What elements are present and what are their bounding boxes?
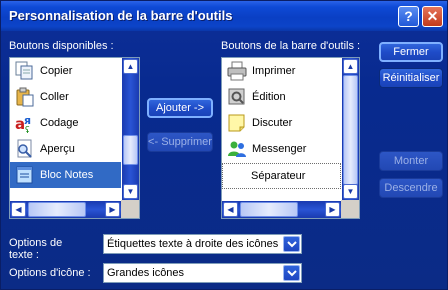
svg-text:ʢ: ʢ bbox=[25, 126, 30, 134]
available-buttons-label: Boutons disponibles : bbox=[9, 40, 114, 52]
list-item-label: Imprimer bbox=[252, 65, 296, 77]
text-options-select[interactable]: Étiquettes texte à droite des icônes bbox=[103, 234, 302, 254]
text-options-value: Étiquettes texte à droite des icônes bbox=[107, 238, 279, 250]
dialog-body: Boutons disponibles : Copier Coller a я … bbox=[1, 31, 447, 289]
scroll-thumb[interactable] bbox=[28, 202, 86, 217]
scroll-thumb[interactable] bbox=[240, 202, 298, 217]
list-item-bloc-notes[interactable]: Bloc Notes bbox=[10, 162, 121, 188]
scroll-up-icon[interactable]: ▲ bbox=[123, 59, 138, 74]
toolbar-list-items: Imprimer Édition Discuter Messenger Sépa… bbox=[222, 58, 341, 200]
notepad-icon bbox=[14, 164, 36, 186]
icon-options-value: Grandes icônes bbox=[107, 267, 185, 279]
toolbar-buttons-label: Boutons de la barre d'outils : bbox=[221, 40, 361, 52]
customize-toolbar-dialog: Personnalisation de la barre d'outils ? … bbox=[0, 0, 448, 290]
scroll-up-icon[interactable]: ▲ bbox=[343, 59, 358, 74]
list-item-imprimer[interactable]: Imprimer bbox=[222, 58, 341, 84]
toolbar-horizontal-scrollbar[interactable]: ◀ ▶ bbox=[222, 201, 341, 218]
copy-icon bbox=[14, 60, 36, 82]
list-item-discuter[interactable]: Discuter bbox=[222, 110, 341, 136]
encoding-icon: aяʢ bbox=[14, 112, 36, 136]
list-item-label: Messenger bbox=[252, 143, 307, 155]
scroll-down-icon[interactable]: ▼ bbox=[123, 184, 138, 199]
scroll-right-icon[interactable]: ▶ bbox=[105, 202, 120, 217]
list-item-label: Codage bbox=[40, 117, 79, 129]
list-item-messenger[interactable]: Messenger bbox=[222, 136, 341, 162]
icon-options-select[interactable]: Grandes icônes bbox=[103, 263, 302, 283]
list-item-label: Copier bbox=[40, 65, 73, 77]
chevron-down-icon[interactable] bbox=[283, 236, 300, 252]
list-item-edition[interactable]: Édition bbox=[222, 84, 341, 110]
available-buttons-list[interactable]: Copier Coller aяʢ Codage Aperçu Bloc Not… bbox=[9, 57, 140, 219]
remove-button[interactable]: <- Supprimer bbox=[147, 132, 213, 152]
list-item-label: Aperçu bbox=[40, 143, 75, 155]
text-options-label: Options de texte : bbox=[9, 237, 63, 261]
messenger-icon bbox=[226, 138, 248, 160]
list-item-label: Édition bbox=[252, 91, 286, 103]
scroll-right-icon[interactable]: ▶ bbox=[325, 202, 340, 217]
icon-options-label: Options d'icône : bbox=[9, 267, 91, 279]
scroll-corner bbox=[121, 200, 139, 218]
scroll-down-icon[interactable]: ▼ bbox=[343, 184, 358, 199]
paste-icon bbox=[14, 86, 36, 108]
window-title: Personnalisation de la barre d'outils bbox=[9, 8, 233, 23]
scroll-left-icon[interactable]: ◀ bbox=[223, 202, 238, 217]
printer-icon bbox=[226, 60, 248, 82]
available-list-items: Copier Coller aяʢ Codage Aperçu Bloc Not… bbox=[10, 58, 121, 200]
move-down-button[interactable]: Descendre bbox=[379, 178, 443, 198]
close-window-button[interactable]: ✕ bbox=[422, 6, 443, 27]
add-button[interactable]: Ajouter -> bbox=[147, 98, 213, 118]
preview-icon bbox=[14, 138, 36, 160]
toolbar-buttons-list[interactable]: Imprimer Édition Discuter Messenger Sépa… bbox=[221, 57, 360, 219]
scroll-thumb[interactable] bbox=[343, 75, 358, 185]
scroll-corner bbox=[341, 200, 359, 218]
close-button[interactable]: Fermer bbox=[379, 42, 443, 62]
title-bar[interactable]: Personnalisation de la barre d'outils ? … bbox=[1, 1, 447, 31]
list-item-codage[interactable]: aяʢ Codage bbox=[10, 110, 121, 136]
scroll-left-icon[interactable]: ◀ bbox=[11, 202, 26, 217]
discuss-icon bbox=[226, 112, 248, 134]
list-item-label: Coller bbox=[40, 91, 69, 103]
help-button[interactable]: ? bbox=[398, 6, 419, 27]
list-item-copier[interactable]: Copier bbox=[10, 58, 121, 84]
toolbar-vertical-scrollbar[interactable]: ▲ ▼ bbox=[342, 58, 359, 200]
available-horizontal-scrollbar[interactable]: ◀ ▶ bbox=[10, 201, 121, 218]
available-vertical-scrollbar[interactable]: ▲ ▼ bbox=[122, 58, 139, 200]
list-item-apercu[interactable]: Aperçu bbox=[10, 136, 121, 162]
move-up-button[interactable]: Monter bbox=[379, 151, 443, 171]
list-item-label: Bloc Notes bbox=[40, 169, 94, 181]
chevron-down-icon[interactable] bbox=[283, 265, 300, 281]
scroll-thumb[interactable] bbox=[123, 135, 138, 165]
list-item-label: Discuter bbox=[252, 117, 293, 129]
list-item-coller[interactable]: Coller bbox=[10, 84, 121, 110]
reset-button[interactable]: Réinitialiser bbox=[379, 68, 443, 88]
list-item-label: Séparateur bbox=[251, 170, 306, 182]
list-item-separator[interactable]: Séparateur bbox=[222, 163, 341, 189]
edit-icon bbox=[226, 86, 248, 108]
